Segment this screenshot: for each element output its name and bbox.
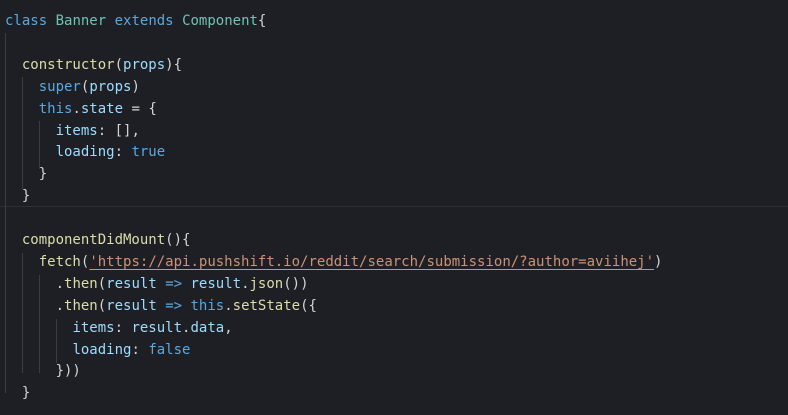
code-token: . bbox=[5, 275, 65, 292]
code-token: ) bbox=[654, 253, 663, 270]
code-token: : bbox=[114, 319, 132, 336]
code-token: . bbox=[224, 297, 233, 314]
code-line[interactable]: items: [], bbox=[5, 120, 788, 142]
code-token: Component bbox=[182, 13, 258, 29]
code-token: (){ bbox=[165, 232, 191, 248]
code-token: constructor bbox=[21, 56, 115, 73]
code-token: setState bbox=[232, 297, 301, 314]
code-editor[interactable]: class Banner extends Component{ construc… bbox=[0, 0, 788, 415]
code-token: : [], bbox=[97, 122, 140, 139]
code-token: ) bbox=[131, 78, 140, 95]
code-token: ({ bbox=[300, 297, 317, 314]
code-token: props bbox=[123, 56, 166, 73]
code-token: result bbox=[190, 275, 242, 292]
code-token: , bbox=[224, 319, 233, 336]
code-token: true bbox=[131, 144, 166, 161]
code-token: . bbox=[241, 275, 250, 292]
code-line[interactable]: fetch('https://api.pushshift.io/reddit/s… bbox=[5, 251, 788, 273]
code-token: Banner bbox=[55, 13, 107, 29]
code-token: result bbox=[106, 275, 157, 292]
code-token: ( bbox=[97, 297, 107, 314]
code-token: = { bbox=[123, 100, 157, 117]
code-token: state bbox=[80, 100, 124, 117]
code-token: this bbox=[190, 297, 225, 314]
code-line[interactable]: loading: true bbox=[5, 141, 788, 163]
code-token: items bbox=[72, 319, 115, 336]
code-line[interactable] bbox=[5, 32, 788, 54]
code-token: then bbox=[64, 275, 98, 292]
code-token: then bbox=[64, 297, 98, 314]
code-token: json bbox=[249, 275, 284, 292]
code-token: 'https://api.pushshift.io/reddit/search/… bbox=[89, 253, 655, 270]
code-token: { bbox=[257, 13, 267, 29]
code-line[interactable]: })) bbox=[5, 360, 788, 382]
code-token: . bbox=[72, 100, 81, 117]
code-token: })) bbox=[5, 363, 81, 380]
code-token: super bbox=[38, 78, 81, 95]
code-token: : bbox=[114, 144, 132, 161]
code-token: loading bbox=[72, 341, 132, 358]
code-token: : bbox=[131, 341, 149, 358]
code-line[interactable]: .then(result => result.json()) bbox=[5, 273, 788, 295]
code-line[interactable]: super(props) bbox=[5, 76, 788, 98]
code-token: fetch bbox=[38, 253, 81, 270]
code-token: ( bbox=[97, 275, 107, 292]
code-token: data bbox=[190, 319, 225, 336]
code-line[interactable]: .then(result => this.setState({ bbox=[5, 295, 788, 317]
code-token: } bbox=[5, 385, 31, 402]
code-line[interactable]: componentDidMount(){ bbox=[5, 229, 788, 251]
code-line[interactable]: } bbox=[5, 163, 788, 185]
code-line[interactable]: } bbox=[5, 185, 788, 207]
code-token: } bbox=[5, 188, 31, 205]
code-token: ()) bbox=[283, 275, 309, 292]
code-line[interactable]: loading: false bbox=[5, 339, 788, 361]
code-token: => bbox=[165, 297, 183, 314]
code-token: componentDidMount bbox=[21, 232, 166, 248]
code-token: result bbox=[106, 297, 157, 314]
code-token: extends bbox=[114, 13, 174, 29]
code-token: ){ bbox=[165, 56, 183, 73]
code-line[interactable]: } bbox=[5, 382, 788, 404]
code-token: class bbox=[5, 13, 48, 29]
code-line[interactable] bbox=[5, 207, 788, 229]
code-token: ( bbox=[114, 56, 124, 73]
code-token: loading bbox=[55, 144, 115, 161]
code-line[interactable]: constructor(props){ bbox=[5, 54, 788, 76]
code-token: items bbox=[55, 122, 98, 139]
code-token: this bbox=[38, 100, 73, 117]
code-line[interactable]: this.state = { bbox=[5, 98, 788, 120]
code-token: result bbox=[131, 319, 183, 336]
code-line[interactable]: class Banner extends Component{ bbox=[5, 10, 788, 32]
code-token: } bbox=[5, 166, 48, 183]
code-token: false bbox=[148, 341, 191, 358]
code-token: . bbox=[5, 297, 65, 314]
code-line[interactable]: items: result.data, bbox=[5, 317, 788, 339]
code-token: => bbox=[165, 275, 183, 292]
code-token: props bbox=[89, 78, 132, 95]
